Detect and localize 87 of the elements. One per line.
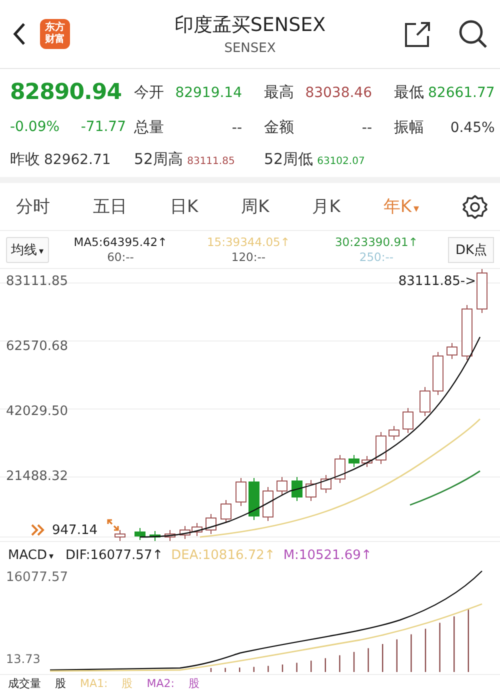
candlestick bbox=[164, 530, 176, 541]
candlestick bbox=[348, 454, 360, 468]
candlestick bbox=[150, 530, 160, 541]
volume-value: MA2: bbox=[146, 676, 174, 690]
page-subtitle: SENSEX bbox=[224, 41, 276, 56]
axis-label: 42029.50 bbox=[6, 404, 68, 420]
current-price: 82890.94 bbox=[10, 80, 123, 104]
stat-label: 昨收 bbox=[10, 150, 40, 168]
candlestick bbox=[402, 408, 414, 434]
period-tab[interactable]: 周K bbox=[241, 195, 270, 218]
candlestick bbox=[432, 352, 444, 396]
candlestick bbox=[262, 486, 274, 522]
candlestick bbox=[376, 432, 386, 464]
back-icon[interactable] bbox=[12, 22, 26, 46]
stat-value: 63102.07 bbox=[317, 156, 365, 166]
candlestick bbox=[236, 478, 246, 506]
candlestick bbox=[192, 522, 202, 536]
volume-value: 成交量 bbox=[8, 676, 41, 690]
ma-value: 60:-- bbox=[107, 250, 134, 264]
stat-label: 最高 bbox=[264, 82, 294, 102]
volume-value: MA1: bbox=[80, 676, 108, 690]
stat-value: 0.45% bbox=[449, 120, 495, 136]
stat-value: 83111.85 bbox=[187, 156, 235, 166]
double-chevron-icon[interactable] bbox=[30, 523, 46, 537]
candlestick bbox=[420, 386, 430, 416]
ma-value: 250:-- bbox=[359, 250, 394, 264]
candlestick bbox=[134, 528, 146, 540]
candlestick bbox=[292, 476, 302, 502]
indicator-dropdown[interactable]: 均线▾ bbox=[6, 236, 49, 262]
stat-label: 金额 bbox=[264, 118, 294, 136]
high-marker: 83111.85-> bbox=[398, 274, 476, 289]
axis-label: 62570.68 bbox=[6, 339, 68, 355]
candlestick bbox=[220, 500, 232, 524]
macd-value: M:10521.69↑ bbox=[283, 548, 372, 562]
stat-value: 83038.46 bbox=[304, 84, 372, 100]
candlestick bbox=[306, 480, 316, 502]
candlestick bbox=[446, 342, 458, 360]
change-percent: -0.09% bbox=[10, 119, 60, 135]
period-tab[interactable]: 日K bbox=[170, 195, 198, 218]
candlestick bbox=[320, 474, 332, 494]
macd-value: DIF:16077.57↑ bbox=[66, 548, 164, 562]
ma-value: 30:23390.91↑ bbox=[334, 234, 418, 250]
volume-value: 股 bbox=[188, 676, 200, 690]
volume-value: 股 bbox=[55, 676, 66, 690]
axis-label: 21488.32 bbox=[6, 469, 68, 485]
app-logo: 东方 财富 bbox=[40, 19, 70, 49]
change-value: -71.77 bbox=[80, 119, 126, 135]
candlestick bbox=[114, 530, 126, 541]
search-icon[interactable] bbox=[458, 19, 488, 49]
axis-label: 13.73 bbox=[6, 652, 40, 666]
stat-value: 82919.14 bbox=[174, 84, 242, 100]
macd-value: DEA:10816.72↑ bbox=[171, 548, 276, 562]
ma-value: MA5:64395.42↑ bbox=[74, 234, 168, 250]
candlestick bbox=[248, 478, 260, 520]
stat-label: 52周高 bbox=[134, 150, 184, 168]
candlestick bbox=[388, 426, 400, 440]
candlestick bbox=[462, 304, 472, 360]
candlestick bbox=[362, 456, 372, 468]
period-tab[interactable]: 五日 bbox=[92, 195, 127, 218]
candlestick bbox=[476, 269, 488, 314]
stat-value: -- bbox=[230, 120, 242, 136]
axis-label: 16077.57 bbox=[6, 570, 68, 585]
candlestick bbox=[206, 514, 216, 534]
ma-value: 120:-- bbox=[231, 250, 266, 264]
volume-value: 股 bbox=[122, 676, 133, 690]
expand-icon[interactable] bbox=[106, 518, 120, 532]
stat-label: 总量 bbox=[134, 118, 164, 136]
stat-value: -- bbox=[360, 120, 372, 136]
stat-label: 最低 bbox=[394, 82, 424, 102]
period-tab[interactable]: 月K bbox=[312, 195, 340, 218]
candlestick bbox=[180, 526, 190, 540]
share-icon[interactable] bbox=[404, 20, 432, 48]
settings-icon[interactable] bbox=[462, 194, 488, 220]
stat-label: 今开 bbox=[134, 82, 164, 102]
low-marker: 947.14 bbox=[52, 523, 98, 538]
stat-label: 52周低 bbox=[264, 150, 314, 168]
candlestick bbox=[276, 476, 288, 496]
stat-label: 振幅 bbox=[394, 118, 424, 136]
ma-value: 15:39344.05↑ bbox=[206, 234, 290, 250]
period-tab[interactable]: 分时 bbox=[16, 195, 50, 218]
axis-label: 83111.85 bbox=[6, 274, 68, 290]
dk-button[interactable]: DK点 bbox=[448, 236, 494, 262]
candlestick bbox=[334, 454, 346, 484]
page-title: 印度孟买SENSEX bbox=[174, 13, 326, 38]
stat-value: 82661.77 bbox=[428, 84, 495, 100]
stat-value: 82962.71 bbox=[44, 152, 111, 168]
indicator-dropdown[interactable]: MACD▾ bbox=[4, 548, 58, 562]
